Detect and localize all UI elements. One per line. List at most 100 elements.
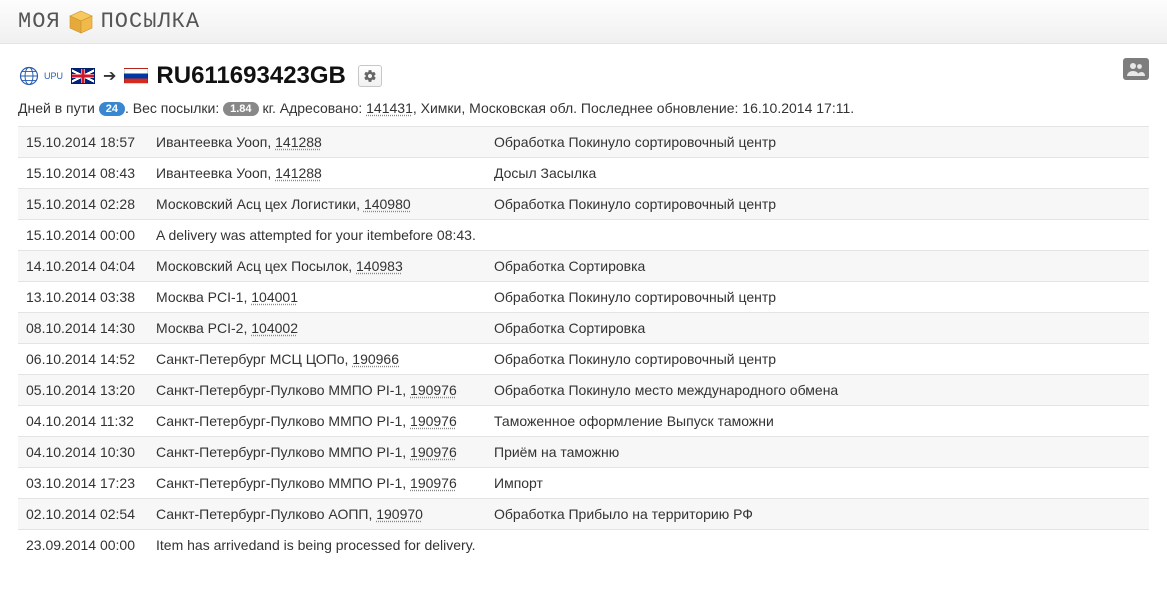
tracking-header: UPU ➔ RU611693423GB xyxy=(18,62,1149,90)
cell-status: Обработка Прибыло на территорию РФ xyxy=(486,499,1149,530)
contacts-button[interactable] xyxy=(1123,58,1149,80)
flag-ru-icon xyxy=(124,68,148,84)
cell-location: Московский Асц цех Посылок, 140983 xyxy=(148,251,486,282)
cell-location: Санкт-Петербург МСЦ ЦОПо, 190966 xyxy=(148,344,486,375)
cell-location: Ивантеевка Уооп, 141288 xyxy=(148,158,486,189)
days-label: Дней в пути xyxy=(18,100,95,116)
cell-location: Московский Асц цех Логистики, 140980 xyxy=(148,189,486,220)
table-row: 15.10.2014 00:00A delivery was attempted… xyxy=(18,220,1149,251)
location-text: Санкт-Петербург-Пулково ММПО PI-1, xyxy=(156,382,410,398)
cell-status: Обработка Сортировка xyxy=(486,251,1149,282)
table-row: 04.10.2014 10:30Санкт-Петербург-Пулково … xyxy=(18,437,1149,468)
location-zip[interactable]: 190966 xyxy=(352,351,399,367)
days-badge: 24 xyxy=(99,102,125,116)
cell-date: 15.10.2014 08:43 xyxy=(18,158,148,189)
cell-date: 06.10.2014 14:52 xyxy=(18,344,148,375)
table-row: 23.09.2014 00:00Item has arrivedand is b… xyxy=(18,530,1149,561)
table-row: 13.10.2014 03:38Москва PCI-1, 104001Обра… xyxy=(18,282,1149,313)
top-bar: Моя Посылка xyxy=(0,0,1167,44)
cell-location: Санкт-Петербург-Пулково АОПП, 190970 xyxy=(148,499,486,530)
addr-rest: , Химки, Московская обл. xyxy=(413,100,577,116)
table-row: 15.10.2014 08:43Ивантеевка Уооп, 141288Д… xyxy=(18,158,1149,189)
location-zip[interactable]: 104002 xyxy=(251,320,298,336)
arrow-right-icon: ➔ xyxy=(103,66,116,86)
upu-globe-icon xyxy=(18,65,40,87)
location-zip[interactable]: 140980 xyxy=(364,196,411,212)
table-row: 05.10.2014 13:20Санкт-Петербург-Пулково … xyxy=(18,375,1149,406)
location-zip[interactable]: 140983 xyxy=(356,258,403,274)
location-zip[interactable]: 104001 xyxy=(251,289,298,305)
location-zip[interactable]: 190976 xyxy=(410,475,457,491)
cell-status: Обработка Сортировка xyxy=(486,313,1149,344)
cell-location: Санкт-Петербург-Пулково ММПО PI-1, 19097… xyxy=(148,375,486,406)
flag-uk-icon xyxy=(71,68,95,84)
cell-location: Ивантеевка Уооп, 141288 xyxy=(148,127,486,158)
summary-line: Дней в пути 24. Вес посылки: 1.84 кг. Ад… xyxy=(18,100,1149,116)
table-row: 06.10.2014 14:52Санкт-Петербург МСЦ ЦОПо… xyxy=(18,344,1149,375)
location-zip[interactable]: 190976 xyxy=(410,382,457,398)
addr-label: Адресовано: xyxy=(280,100,363,116)
location-text: Москва PCI-1, xyxy=(156,289,251,305)
gear-icon xyxy=(363,69,377,83)
cell-status: Обработка Покинуло сортировочный центр xyxy=(486,127,1149,158)
weight-label: Вес посылки: xyxy=(133,100,219,116)
addr-zip[interactable]: 141431 xyxy=(366,100,413,116)
location-text: Санкт-Петербург-Пулково ММПО PI-1, xyxy=(156,444,410,460)
cell-status: Обработка Покинуло сортировочный центр xyxy=(486,344,1149,375)
cell-date: 15.10.2014 18:57 xyxy=(18,127,148,158)
table-row: 02.10.2014 02:54Санкт-Петербург-Пулково … xyxy=(18,499,1149,530)
table-row: 15.10.2014 18:57Ивантеевка Уооп, 141288О… xyxy=(18,127,1149,158)
cell-status: Досыл Засылка xyxy=(486,158,1149,189)
location-zip[interactable]: 141288 xyxy=(275,165,322,181)
location-zip[interactable]: 141288 xyxy=(275,134,322,150)
cell-date: 04.10.2014 10:30 xyxy=(18,437,148,468)
updated-label: Последнее обновление: xyxy=(581,100,738,116)
cell-location: Санкт-Петербург-Пулково ММПО PI-1, 19097… xyxy=(148,468,486,499)
settings-button[interactable] xyxy=(358,65,382,87)
cell-location: Москва PCI-2, 104002 xyxy=(148,313,486,344)
cell-status: Приём на таможню xyxy=(486,437,1149,468)
cell-date: 23.09.2014 00:00 xyxy=(18,530,148,561)
site-logo[interactable]: Моя Посылка xyxy=(18,9,200,34)
cell-date: 05.10.2014 13:20 xyxy=(18,375,148,406)
tracking-table: 15.10.2014 18:57Ивантеевка Уооп, 141288О… xyxy=(18,126,1149,560)
package-icon xyxy=(67,10,95,34)
cell-location: Санкт-Петербург-Пулково ММПО PI-1, 19097… xyxy=(148,406,486,437)
table-row: 03.10.2014 17:23Санкт-Петербург-Пулково … xyxy=(18,468,1149,499)
location-text: Санкт-Петербург-Пулково АОПП, xyxy=(156,506,376,522)
location-text: Ивантеевка Уооп, xyxy=(156,165,275,181)
cell-message: Item has arrivedand is being processed f… xyxy=(148,530,1149,561)
cell-date: 15.10.2014 00:00 xyxy=(18,220,148,251)
location-text: Московский Асц цех Логистики, xyxy=(156,196,364,212)
cell-message: A delivery was attempted for your itembe… xyxy=(148,220,1149,251)
cell-date: 15.10.2014 02:28 xyxy=(18,189,148,220)
table-row: 04.10.2014 11:32Санкт-Петербург-Пулково … xyxy=(18,406,1149,437)
upu-label: UPU xyxy=(44,72,63,80)
cell-date: 02.10.2014 02:54 xyxy=(18,499,148,530)
cell-date: 08.10.2014 14:30 xyxy=(18,313,148,344)
location-text: Москва PCI-2, xyxy=(156,320,251,336)
cell-location: Санкт-Петербург-Пулково ММПО PI-1, 19097… xyxy=(148,437,486,468)
cell-date: 13.10.2014 03:38 xyxy=(18,282,148,313)
location-text: Санкт-Петербург-Пулково ММПО PI-1, xyxy=(156,475,410,491)
people-icon xyxy=(1127,62,1145,76)
cell-date: 14.10.2014 04:04 xyxy=(18,251,148,282)
location-text: Санкт-Петербург-Пулково ММПО PI-1, xyxy=(156,413,410,429)
logo-text-2: Посылка xyxy=(101,9,200,34)
cell-location: Москва PCI-1, 104001 xyxy=(148,282,486,313)
cell-status: Обработка Покинуло сортировочный центр xyxy=(486,282,1149,313)
location-text: Санкт-Петербург МСЦ ЦОПо, xyxy=(156,351,352,367)
cell-date: 03.10.2014 17:23 xyxy=(18,468,148,499)
cell-status: Импорт xyxy=(486,468,1149,499)
location-zip[interactable]: 190976 xyxy=(410,444,457,460)
logo-text-1: Моя xyxy=(18,9,61,34)
location-zip[interactable]: 190970 xyxy=(376,506,423,522)
table-row: 15.10.2014 02:28Московский Асц цех Логис… xyxy=(18,189,1149,220)
cell-date: 04.10.2014 11:32 xyxy=(18,406,148,437)
location-text: Московский Асц цех Посылок, xyxy=(156,258,356,274)
cell-status: Обработка Покинуло сортировочный центр xyxy=(486,189,1149,220)
cell-status: Обработка Покинуло место международного … xyxy=(486,375,1149,406)
location-zip[interactable]: 190976 xyxy=(410,413,457,429)
table-row: 14.10.2014 04:04Московский Асц цех Посыл… xyxy=(18,251,1149,282)
updated-value: 16.10.2014 17:11. xyxy=(742,100,854,116)
